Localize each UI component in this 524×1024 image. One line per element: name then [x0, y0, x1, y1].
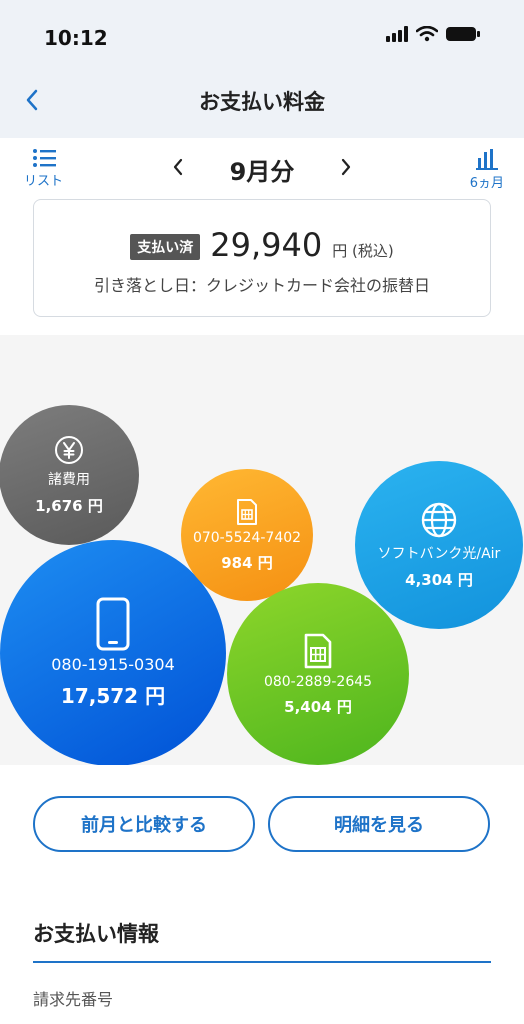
billing-number-label: 請求先番号 — [33, 990, 114, 1009]
month-label: 9月分 — [229, 158, 295, 186]
bubble-label: 080-1915-0304 — [51, 655, 175, 674]
bubble-amount: 17,572 円 — [60, 684, 166, 708]
sim-card-icon — [237, 498, 257, 525]
month-selector: リスト 9月分 6ヵ月 — [0, 138, 524, 196]
signal-icon — [386, 26, 408, 42]
charge-breakdown-bubbles: 諸費用 1,676 円 080-1915-0304 17,572 円 070-5… — [0, 335, 524, 765]
page-title: お支払い料金 — [199, 90, 325, 114]
payment-unit: 円 (税込) — [332, 242, 394, 260]
payment-amount-line: 支払い済 29,940 円 (税込) — [34, 226, 490, 264]
bubble-misc-fees[interactable]: 諸費用 1,676 円 — [0, 405, 139, 545]
compare-previous-month-button[interactable]: 前月と比較する — [33, 796, 255, 852]
bubble-amount: 4,304 円 — [405, 570, 473, 589]
bubble-softbank-hikari-air[interactable]: ソフトバンク光/Air 4,304 円 — [355, 461, 523, 629]
six-month-chart-button[interactable]: 6ヵ月 — [470, 148, 504, 191]
status-badge: 支払い済 — [130, 234, 201, 260]
bubble-line-07055247402[interactable]: 070-5524-7402 984 円 — [181, 469, 313, 601]
status-icons — [386, 26, 480, 42]
bubble-label: 諸費用 — [48, 471, 90, 488]
wifi-icon — [416, 26, 438, 42]
bubble-line-08028892645[interactable]: 080-2889-2645 5,404 円 — [227, 583, 409, 765]
bubble-label: ソフトバンク光/Air — [377, 545, 501, 562]
sim-card-icon — [304, 633, 332, 668]
payment-amount: 29,940 — [210, 226, 323, 264]
status-bar: 10:12 — [0, 0, 524, 62]
bar-chart-icon — [475, 149, 498, 170]
bubble-label: 070-5524-7402 — [192, 529, 302, 546]
bubble-amount: 1,676 円 — [35, 496, 103, 515]
six-month-label: 6ヵ月 — [469, 176, 504, 191]
section-divider — [33, 961, 491, 963]
yen-icon — [55, 435, 83, 464]
payment-info-heading: お支払い情報 — [33, 922, 159, 946]
view-details-button[interactable]: 明細を見る — [268, 796, 490, 852]
bubble-amount: 5,404 円 — [284, 697, 352, 716]
battery-icon — [446, 27, 480, 41]
next-month-button[interactable] — [332, 152, 360, 182]
bubble-label: 080-2889-2645 — [263, 673, 373, 690]
chevron-right-icon — [341, 158, 351, 176]
bubble-amount: 984 円 — [221, 553, 273, 572]
smartphone-icon — [96, 597, 130, 651]
payment-summary-card: 支払い済 29,940 円 (税込) 引き落とし日：クレジットカード会社の振替日 — [33, 199, 491, 317]
status-time: 10:12 — [44, 26, 108, 50]
debit-date-text: 引き落とし日：クレジットカード会社の振替日 — [93, 276, 430, 295]
navigation-bar: お支払い料金 — [0, 62, 524, 138]
globe-icon — [421, 502, 457, 537]
bubble-line-08019150304[interactable]: 080-1915-0304 17,572 円 — [0, 540, 226, 765]
